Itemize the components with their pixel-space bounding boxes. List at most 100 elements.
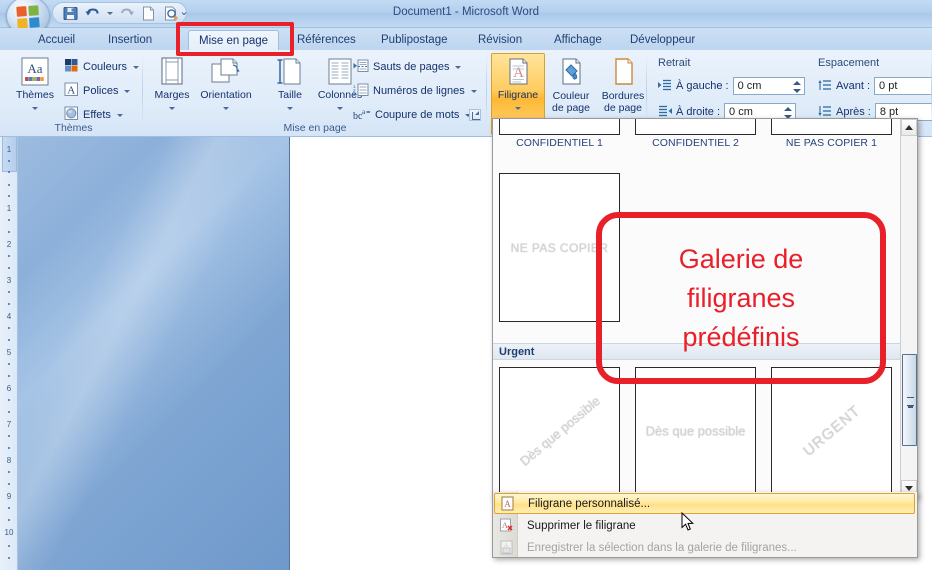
space-before-input[interactable]: 0 pt [874, 77, 932, 95]
scroll-up-icon[interactable] [901, 119, 917, 136]
line-numbers-dropdown-icon[interactable] [470, 89, 477, 93]
space-before-row: Avant : 0 pt [818, 77, 932, 95]
gallery-item-des-que-possible-1[interactable]: Dès que possible [499, 367, 620, 495]
colors-icon [64, 58, 79, 76]
thumb-caption: CONFIDENTIEL 2 [652, 137, 739, 149]
tab-developpeur[interactable]: Développeur [620, 30, 705, 50]
ruler-tick-6: 6 [6, 384, 12, 393]
tab-insertion[interactable]: Insertion [98, 30, 162, 50]
menu-item-supprimer-filigrane[interactable]: A Supprimer le filigrane [494, 515, 917, 536]
ruler-tick-5: 5 [6, 348, 12, 357]
theme-fonts-dropdown-icon[interactable] [124, 89, 131, 93]
new-document-icon[interactable] [139, 4, 158, 22]
ruler-tick-7: 7 [6, 420, 12, 429]
page-borders-icon [597, 54, 649, 90]
theme-fonts-button[interactable]: A Polices [64, 81, 131, 101]
themes-button[interactable]: Aa Thèmes [8, 54, 62, 113]
watermark-gallery-dropdown: CONFIDENTIEL 1 CONFIDENTIEL 2 NE PAS COP… [492, 118, 918, 498]
ruler-tick-8: 8 [6, 456, 12, 465]
menu-item-label: Filigrane personnalisé... [528, 497, 651, 510]
svg-text:a: a [362, 108, 366, 116]
theme-colors-button[interactable]: Couleurs [64, 57, 140, 77]
page-color-button[interactable]: Couleur de page [545, 54, 597, 114]
indent-left-label: À gauche : [676, 80, 729, 92]
themes-dropdown-icon[interactable] [8, 102, 62, 113]
page-setup-dialog-launcher[interactable] [469, 109, 481, 121]
menu-item-label: Supprimer le filigrane [527, 519, 636, 532]
thumb-page [635, 119, 756, 135]
margins-dropdown-icon[interactable] [145, 102, 199, 113]
margins-button[interactable]: Marges [145, 54, 199, 113]
menu-item-enregistrer-selection: A Enregistrer la sélection dans la galer… [494, 537, 917, 558]
orientation-label: Orientation [200, 89, 252, 101]
ruler-tick-10: 10 [4, 528, 14, 537]
svg-text:A: A [513, 65, 524, 81]
menu-item-filigrane-personnalise[interactable]: A Filigrane personnalisé... [494, 493, 915, 514]
thumb-page [499, 119, 620, 135]
page-break-dropdown-icon[interactable] [455, 65, 462, 69]
gallery-item-ne-pas-copier-2[interactable]: NE PAS COPIER [499, 173, 620, 324]
page-borders-button[interactable]: Bordures de page [597, 54, 649, 114]
ribbon-group-mise-en-page: Marges Orientation Taille Colonnes Sauts… [143, 51, 487, 135]
watermark-icon: A [492, 54, 544, 90]
theme-effects-dropdown-icon[interactable] [116, 113, 123, 117]
thumb-page [771, 119, 892, 135]
ribbon-group-themes: Aa Thèmes Couleurs A Polices Effets Thèm… [4, 51, 143, 135]
ribbon-tabs: Accueil Insertion Mise en page Référence… [0, 28, 932, 50]
customize-qat-icon[interactable] [178, 4, 190, 20]
save-icon[interactable] [61, 4, 80, 22]
gallery-item-ne-pas-copier-1[interactable]: NE PAS COPIER 1 [771, 119, 892, 149]
margins-label: Marges [154, 89, 190, 101]
ruler-tick-1: 1 [6, 204, 12, 213]
tab-mise-en-page[interactable]: Mise en page [188, 30, 280, 50]
indent-left-icon [658, 79, 672, 94]
orientation-dropdown-icon[interactable] [193, 102, 259, 113]
vertical-ruler[interactable]: 1 1 2 3 4 5 6 7 8 9 10 [0, 137, 18, 570]
page-break-button[interactable]: Sauts de pages [353, 57, 462, 77]
gallery-item-confidentiel-1[interactable]: CONFIDENTIEL 1 [499, 119, 620, 149]
tab-affichage[interactable]: Affichage [544, 30, 612, 50]
thumb-page: Dès que possible [635, 367, 756, 495]
thumb-page: NE PAS COPIER [499, 173, 620, 322]
svg-text:3: 3 [353, 92, 356, 97]
gallery-scrollbar[interactable] [900, 119, 917, 497]
watermark-dropdown-icon[interactable] [492, 102, 544, 113]
watermark-menu-footer: A Filigrane personnalisé... A Supprimer … [492, 492, 918, 558]
tab-accueil[interactable]: Accueil [28, 30, 85, 50]
gallery-item-urgent[interactable]: URGENT [771, 367, 892, 495]
title-bar: Document1 - Microsoft Word [0, 0, 932, 36]
theme-effects-label: Effets [83, 109, 111, 121]
size-button[interactable]: Taille [263, 54, 317, 113]
orientation-icon [193, 54, 259, 90]
undo-icon[interactable] [83, 4, 102, 22]
thumb-watermark-text: NE PAS COPIER [510, 240, 609, 255]
tab-revision[interactable]: Révision [468, 30, 532, 50]
redo-icon[interactable] [117, 4, 136, 22]
scrollbar-thumb[interactable] [902, 354, 917, 446]
orientation-button[interactable]: Orientation [193, 54, 259, 113]
undo-dropdown-icon[interactable] [105, 4, 114, 22]
theme-colors-dropdown-icon[interactable] [133, 65, 140, 69]
indent-left-input[interactable]: 0 cm [732, 77, 805, 95]
page-color-icon [545, 54, 597, 90]
ruler-tick-9: 9 [6, 492, 12, 501]
size-dropdown-icon[interactable] [263, 102, 317, 113]
tab-publipostage[interactable]: Publipostage [371, 30, 458, 50]
size-label: Taille [278, 89, 302, 101]
gallery-item-des-que-possible-2[interactable]: Dès que possible [635, 367, 756, 495]
thumb-watermark-text: Dès que possible [645, 423, 746, 439]
gallery-item-confidentiel-2[interactable]: CONFIDENTIEL 2 [635, 119, 756, 149]
svg-text:Aa: Aa [27, 61, 42, 76]
line-numbers-button[interactable]: 1 2 3 Numéros de lignes [353, 81, 477, 101]
fonts-icon: A [64, 82, 79, 100]
indent-left-stepper[interactable] [792, 79, 802, 95]
line-numbers-label: Numéros de lignes [373, 85, 465, 97]
tab-references[interactable]: Références [287, 30, 366, 50]
word-application-window: Document1 - Microsoft Word ⌄ Accueil Ins… [0, 0, 932, 570]
margins-icon [145, 54, 199, 90]
hyphenation-label: Coupure de mots [375, 109, 460, 121]
thumb-watermark-text: URGENT [799, 402, 864, 460]
page-break-icon [353, 59, 369, 76]
svg-text:A: A [504, 543, 509, 549]
thumb-page: Dès que possible [499, 367, 620, 495]
